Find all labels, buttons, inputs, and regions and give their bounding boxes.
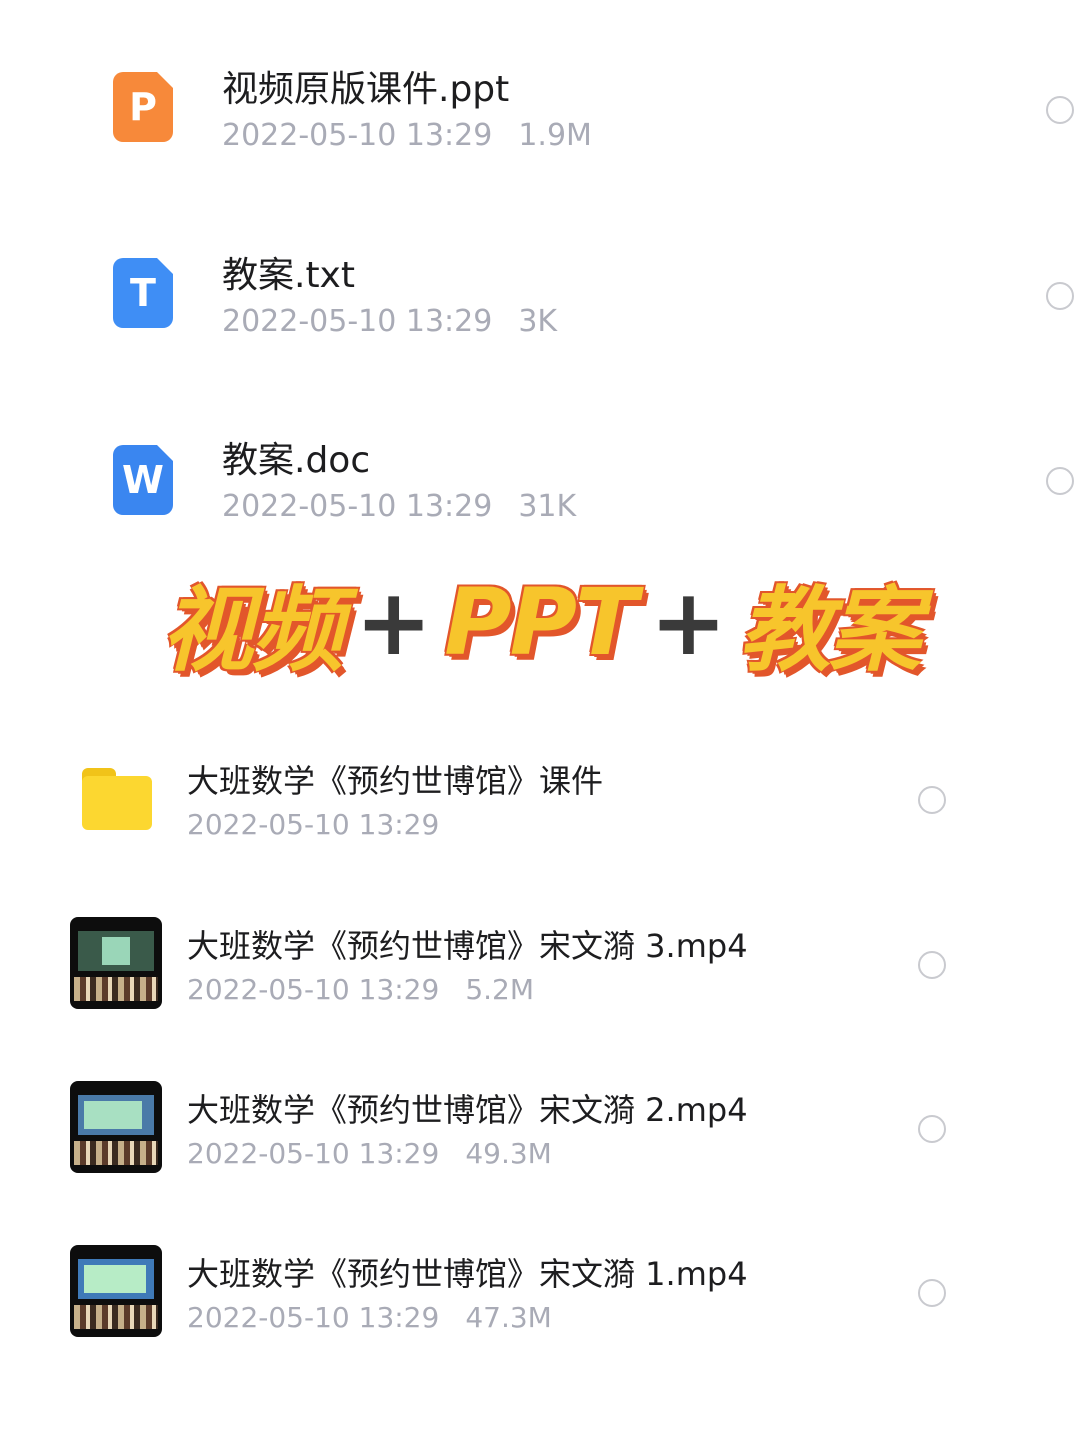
select-radio[interactable]	[918, 951, 946, 979]
promo-banner: 视频 + PPT + 教案	[0, 562, 1080, 684]
video-row-3[interactable]: 大班数学《预约世博馆》宋文漪 3.mp4 2022-05-10 13:29 5.2…	[0, 917, 1080, 1017]
file-meta: 2022-05-10 13:29 31K	[222, 489, 576, 524]
txt-file-icon: T	[113, 258, 173, 328]
file-meta: 2022-05-10 13:29 47.3M	[187, 1301, 552, 1334]
folder-row[interactable]: 大班数学《预约世博馆》课件 2022-05-10 13:29	[0, 756, 1080, 856]
select-radio[interactable]	[1046, 282, 1074, 310]
file-size: 3K	[518, 304, 558, 339]
file-meta: 2022-05-10 13:29 5.2M	[187, 973, 534, 1006]
doc-file-icon: W	[113, 445, 173, 515]
select-radio[interactable]	[918, 1115, 946, 1143]
video-thumbnail	[70, 917, 162, 1009]
file-meta: 2022-05-10 13:29 3K	[222, 304, 557, 339]
file-name: 大班数学《预约世博馆》宋文漪 2.mp4	[187, 1091, 748, 1129]
file-size: 49.3M	[465, 1137, 552, 1170]
file-name: 大班数学《预约世博馆》课件	[187, 762, 604, 800]
file-row-doc[interactable]: W 教案.doc 2022-05-10 13:29 31K	[0, 431, 1080, 541]
file-date: 2022-05-10 13:29	[187, 1137, 440, 1170]
file-row-ppt[interactable]: P 视频原版课件.ppt 2022-05-10 13:29 1.9M	[0, 60, 1080, 170]
banner-text-ppt: PPT	[444, 568, 638, 676]
file-date: 2022-05-10 13:29	[187, 973, 440, 1006]
select-radio[interactable]	[1046, 467, 1074, 495]
folder-icon	[82, 768, 152, 830]
ppt-file-icon: P	[113, 72, 173, 142]
select-radio[interactable]	[1046, 96, 1074, 124]
file-name: 视频原版课件.ppt	[222, 69, 510, 110]
file-meta: 2022-05-10 13:29	[187, 808, 439, 841]
file-size: 31K	[518, 489, 577, 524]
video-row-2[interactable]: 大班数学《预约世博馆》宋文漪 2.mp4 2022-05-10 13:29 49.…	[0, 1081, 1080, 1181]
select-radio[interactable]	[918, 1279, 946, 1307]
file-date: 2022-05-10 13:29	[187, 1301, 440, 1334]
file-size: 47.3M	[465, 1301, 552, 1334]
file-date: 2022-05-10 13:29	[187, 808, 440, 841]
file-size: 1.9M	[518, 118, 592, 153]
banner-plus: +	[355, 568, 432, 676]
file-row-txt[interactable]: T 教案.txt 2022-05-10 13:29 3K	[0, 246, 1080, 356]
video-thumbnail	[70, 1245, 162, 1337]
file-date: 2022-05-10 13:29	[222, 118, 493, 153]
file-size: 5.2M	[465, 973, 535, 1006]
file-name: 大班数学《预约世博馆》宋文漪 3.mp4	[187, 927, 748, 965]
banner-text-lesson-plan: 教案	[738, 576, 921, 684]
file-name: 教案.txt	[222, 255, 355, 296]
banner-text-video: 视频	[161, 576, 343, 684]
file-meta: 2022-05-10 13:29 1.9M	[222, 118, 592, 153]
file-meta: 2022-05-10 13:29 49.3M	[187, 1137, 552, 1170]
file-date: 2022-05-10 13:29	[222, 304, 493, 339]
video-row-1[interactable]: 大班数学《预约世博馆》宋文漪 1.mp4 2022-05-10 13:29 47.…	[0, 1245, 1080, 1345]
file-date: 2022-05-10 13:29	[222, 489, 493, 524]
file-name: 教案.doc	[222, 440, 371, 481]
video-thumbnail	[70, 1081, 162, 1173]
banner-plus: +	[649, 568, 727, 676]
select-radio[interactable]	[918, 786, 946, 814]
file-name: 大班数学《预约世博馆》宋文漪 1.mp4	[187, 1255, 748, 1293]
